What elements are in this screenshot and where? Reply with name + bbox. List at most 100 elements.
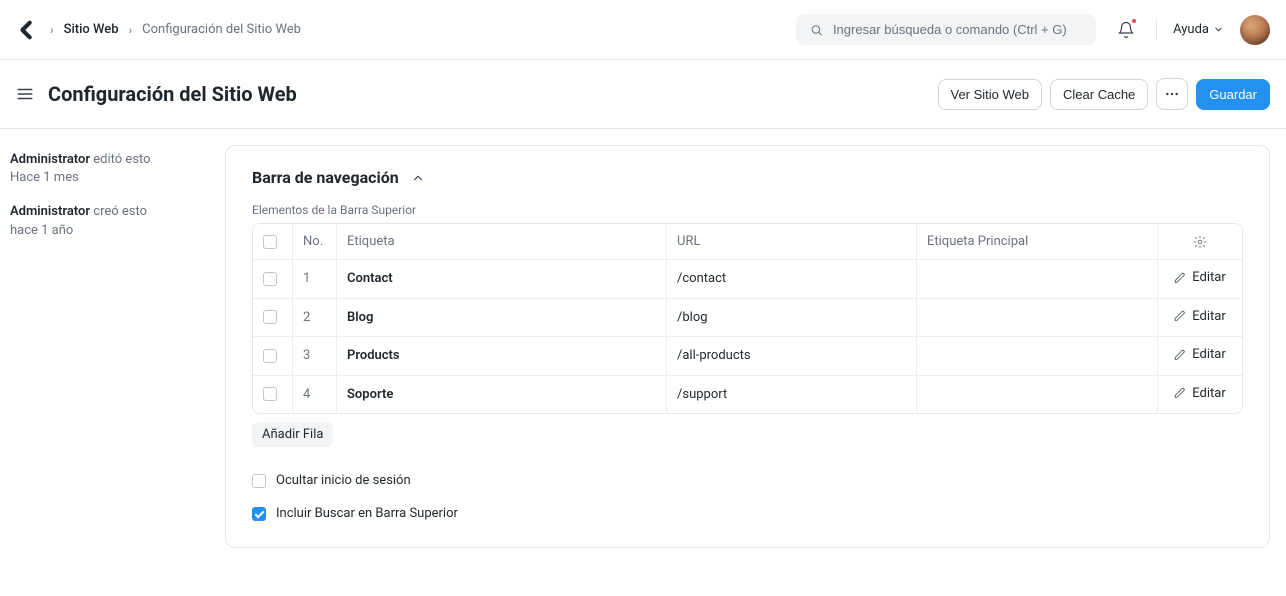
row-principal[interactable]	[917, 376, 1158, 414]
body: Administrator editó esto Hace 1 mes Admi…	[0, 129, 1286, 570]
pencil-icon	[1174, 387, 1186, 399]
breadcrumb-separator: ›	[129, 23, 133, 37]
table-row[interactable]: 3Products/all-products Editar	[253, 337, 1242, 376]
row-url[interactable]: /contact	[667, 260, 917, 299]
gear-icon	[1193, 235, 1207, 249]
row-select[interactable]	[253, 299, 293, 338]
table-label: Elementos de la Barra Superior	[252, 203, 1243, 217]
row-select[interactable]	[253, 337, 293, 376]
header-etiqueta: Etiqueta	[337, 224, 667, 260]
dots-icon	[1164, 86, 1180, 102]
header-settings[interactable]	[1158, 224, 1242, 260]
notifications-button[interactable]	[1112, 16, 1140, 44]
row-edit-cell: Editar	[1158, 299, 1242, 338]
header-url: URL	[667, 224, 917, 260]
page-title: Configuración del Sitio Web	[48, 82, 297, 106]
pencil-icon	[1174, 272, 1186, 284]
row-edit-cell: Editar	[1158, 376, 1242, 414]
edit-row-button[interactable]: Editar	[1174, 309, 1226, 324]
section-title: Barra de navegación	[252, 168, 399, 187]
avatar[interactable]	[1240, 15, 1270, 45]
checkbox[interactable]	[252, 474, 266, 488]
row-no: 1	[293, 260, 337, 299]
section-head[interactable]: Barra de navegación	[252, 168, 1243, 187]
table-header-row: No. Etiqueta URL Etiqueta Principal	[253, 224, 1242, 260]
checkbox[interactable]	[263, 310, 277, 324]
table-row[interactable]: 2Blog/blog Editar	[253, 299, 1242, 338]
timeline-edited: Administrator editó esto Hace 1 mes	[10, 151, 215, 187]
hide-login-checkbox[interactable]: Ocultar inicio de sesión	[252, 473, 1243, 488]
row-principal[interactable]	[917, 337, 1158, 376]
main: Barra de navegación Elementos de la Barr…	[225, 129, 1286, 570]
chevron-up-icon	[411, 171, 425, 185]
checkbox[interactable]	[263, 272, 277, 286]
chevron-down-icon	[1213, 24, 1224, 35]
search-icon	[810, 23, 823, 37]
pencil-icon	[1174, 310, 1186, 322]
table-row[interactable]: 1Contact/contact Editar	[253, 260, 1242, 299]
notification-dot-icon	[1131, 18, 1137, 24]
header-no: No.	[293, 224, 337, 260]
breadcrumb-current: Configuración del Sitio Web	[142, 22, 301, 37]
row-url[interactable]: /support	[667, 376, 917, 414]
help-label: Ayuda	[1173, 22, 1209, 37]
navbar: › Sitio Web › Configuración del Sitio We…	[0, 0, 1286, 60]
card-navbar-settings: Barra de navegación Elementos de la Barr…	[225, 145, 1270, 548]
checkbox[interactable]	[252, 507, 266, 521]
sidebar-toggle[interactable]	[16, 85, 34, 103]
form-controls: Ocultar inicio de sesión Incluir Buscar …	[252, 473, 1243, 521]
header-select-all[interactable]	[253, 224, 293, 260]
save-button[interactable]: Guardar	[1196, 79, 1270, 110]
row-url[interactable]: /all-products	[667, 337, 917, 376]
row-no: 2	[293, 299, 337, 338]
page-actions: Ver Sitio Web Clear Cache Guardar	[938, 78, 1271, 110]
checkbox[interactable]	[263, 235, 277, 249]
search-box[interactable]	[796, 14, 1096, 45]
add-row-button[interactable]: Añadir Fila	[252, 422, 333, 447]
checkbox[interactable]	[263, 387, 277, 401]
row-principal[interactable]	[917, 299, 1158, 338]
view-site-button[interactable]: Ver Sitio Web	[938, 79, 1043, 110]
row-etiqueta[interactable]: Blog	[337, 299, 667, 338]
page-head: Configuración del Sitio Web Ver Sitio We…	[0, 60, 1286, 129]
more-actions-button[interactable]	[1156, 78, 1188, 110]
breadcrumb: › Sitio Web › Configuración del Sitio We…	[50, 22, 301, 37]
menu-icon	[16, 85, 34, 103]
row-etiqueta[interactable]: Soporte	[337, 376, 667, 414]
hide-login-label: Ocultar inicio de sesión	[276, 473, 411, 488]
row-edit-cell: Editar	[1158, 337, 1242, 376]
timeline-created-verb: creó esto	[90, 204, 147, 219]
row-select[interactable]	[253, 376, 293, 414]
logo[interactable]	[16, 19, 38, 41]
help-menu[interactable]: Ayuda	[1173, 22, 1224, 37]
include-search-label: Incluir Buscar en Barra Superior	[276, 506, 458, 521]
edit-row-button[interactable]: Editar	[1174, 347, 1226, 362]
search-input[interactable]	[833, 22, 1082, 37]
header-principal: Etiqueta Principal	[917, 224, 1158, 260]
timeline-created-time: hace 1 año	[10, 223, 73, 238]
row-etiqueta[interactable]: Products	[337, 337, 667, 376]
timeline-edited-verb: editó esto	[90, 152, 151, 167]
page-head-left: Configuración del Sitio Web	[16, 82, 297, 106]
timeline-created: Administrator creó esto hace 1 año	[10, 203, 215, 239]
clear-cache-button[interactable]: Clear Cache	[1050, 79, 1148, 110]
breadcrumb-parent[interactable]: Sitio Web	[64, 22, 119, 37]
timeline-edited-user: Administrator	[10, 152, 90, 167]
edit-row-button[interactable]: Editar	[1174, 270, 1226, 285]
timeline-created-user: Administrator	[10, 204, 90, 219]
row-select[interactable]	[253, 260, 293, 299]
edit-row-button[interactable]: Editar	[1174, 386, 1226, 401]
chevron-logo-icon	[16, 19, 38, 41]
row-edit-cell: Editar	[1158, 260, 1242, 299]
table-row[interactable]: 4Soporte/support Editar	[253, 376, 1242, 414]
pencil-icon	[1174, 349, 1186, 361]
checkbox[interactable]	[263, 349, 277, 363]
row-etiqueta[interactable]: Contact	[337, 260, 667, 299]
topbar-items-table: No. Etiqueta URL Etiqueta Principal	[252, 223, 1243, 414]
row-url[interactable]: /blog	[667, 299, 917, 338]
row-principal[interactable]	[917, 260, 1158, 299]
row-no: 3	[293, 337, 337, 376]
include-search-checkbox[interactable]: Incluir Buscar en Barra Superior	[252, 506, 1243, 521]
navbar-right: Ayuda	[796, 14, 1270, 45]
row-no: 4	[293, 376, 337, 414]
